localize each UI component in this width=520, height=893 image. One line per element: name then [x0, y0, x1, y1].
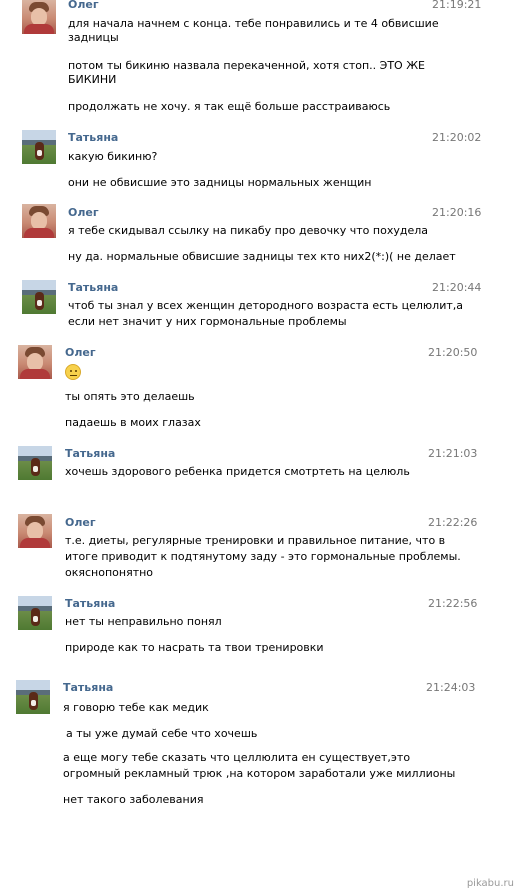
message-text: огромный рекламный трюк ,на котором зара… [63, 767, 456, 780]
author-name[interactable]: Татьяна [65, 597, 115, 610]
message-text: падаешь в моих глазах [65, 416, 201, 429]
timestamp: 21:22:26 [428, 516, 478, 529]
message-text: я тебе скидывал ссылку на пикабу про дев… [68, 224, 428, 237]
avatar[interactable] [18, 514, 52, 548]
message-text: какую бикиню? [68, 150, 158, 163]
avatar[interactable] [18, 596, 52, 630]
timestamp: 21:20:50 [428, 346, 478, 359]
watermark: pikabu.ru [466, 878, 514, 889]
message-text: итоге приводит к подтянутому заду - это … [65, 550, 461, 563]
timestamp: 21:22:56 [428, 597, 478, 610]
message-text: природе как то насрать та твои тренировк… [65, 641, 324, 654]
message-text: нет ты неправильно понял [65, 615, 222, 628]
message-text: нет такого заболевания [63, 793, 204, 806]
avatar[interactable] [22, 0, 56, 34]
message-text: а ты уже думай себе что хочешь [66, 727, 258, 740]
author-name[interactable]: Олег [65, 516, 96, 529]
message-text: они не обвисшие это задницы нормальных ж… [68, 176, 372, 189]
timestamp: 21:20:02 [432, 131, 482, 144]
timestamp: 21:20:16 [432, 206, 482, 219]
message-text: потом ты бикиню назвала перекаченной, хо… [68, 59, 425, 72]
avatar[interactable] [16, 680, 50, 714]
message-text: хочешь здорового ребенка придется смотрт… [65, 465, 410, 478]
timestamp: 21:19:21 [432, 0, 482, 11]
avatar[interactable] [18, 345, 52, 379]
message-text: я говорю тебе как медик [63, 701, 209, 714]
message-text: окяснопонятно [65, 566, 154, 579]
message-text: для начала начнем с конца. тебе понравил… [68, 17, 439, 30]
author-name[interactable]: Олег [65, 346, 96, 359]
avatar[interactable] [18, 446, 52, 480]
message-text: если нет значит у них гормональные пробл… [68, 315, 347, 328]
avatar[interactable] [22, 130, 56, 164]
message-text: т.е. диеты, регулярные тренировки и прав… [65, 534, 446, 547]
author-name[interactable]: Олег [68, 206, 99, 219]
message-text: чтоб ты знал у всех женщин детородного в… [68, 299, 464, 312]
emoji-confused-icon [65, 364, 81, 380]
message-text: БИКИНИ [68, 73, 117, 86]
timestamp: 21:20:44 [432, 281, 482, 294]
author-name[interactable]: Татьяна [63, 681, 113, 694]
timestamp: 21:24:03 [426, 681, 476, 694]
author-name[interactable]: Татьяна [65, 447, 115, 460]
timestamp: 21:21:03 [428, 447, 478, 460]
message-text: ну да. нормальные обвисшие задницы тех к… [68, 250, 456, 263]
message-text: задницы [68, 31, 119, 44]
avatar[interactable] [22, 204, 56, 238]
author-name[interactable]: Татьяна [68, 281, 118, 294]
message-text: а еще могу тебе сказать что целлюлита ен… [63, 751, 411, 764]
avatar[interactable] [22, 280, 56, 314]
message-text: продолжать не хочу. я так ещё больше рас… [68, 100, 391, 113]
message-text: ты опять это делаешь [65, 390, 195, 403]
author-name[interactable]: Татьяна [68, 131, 118, 144]
author-name[interactable]: Олег [68, 0, 99, 11]
